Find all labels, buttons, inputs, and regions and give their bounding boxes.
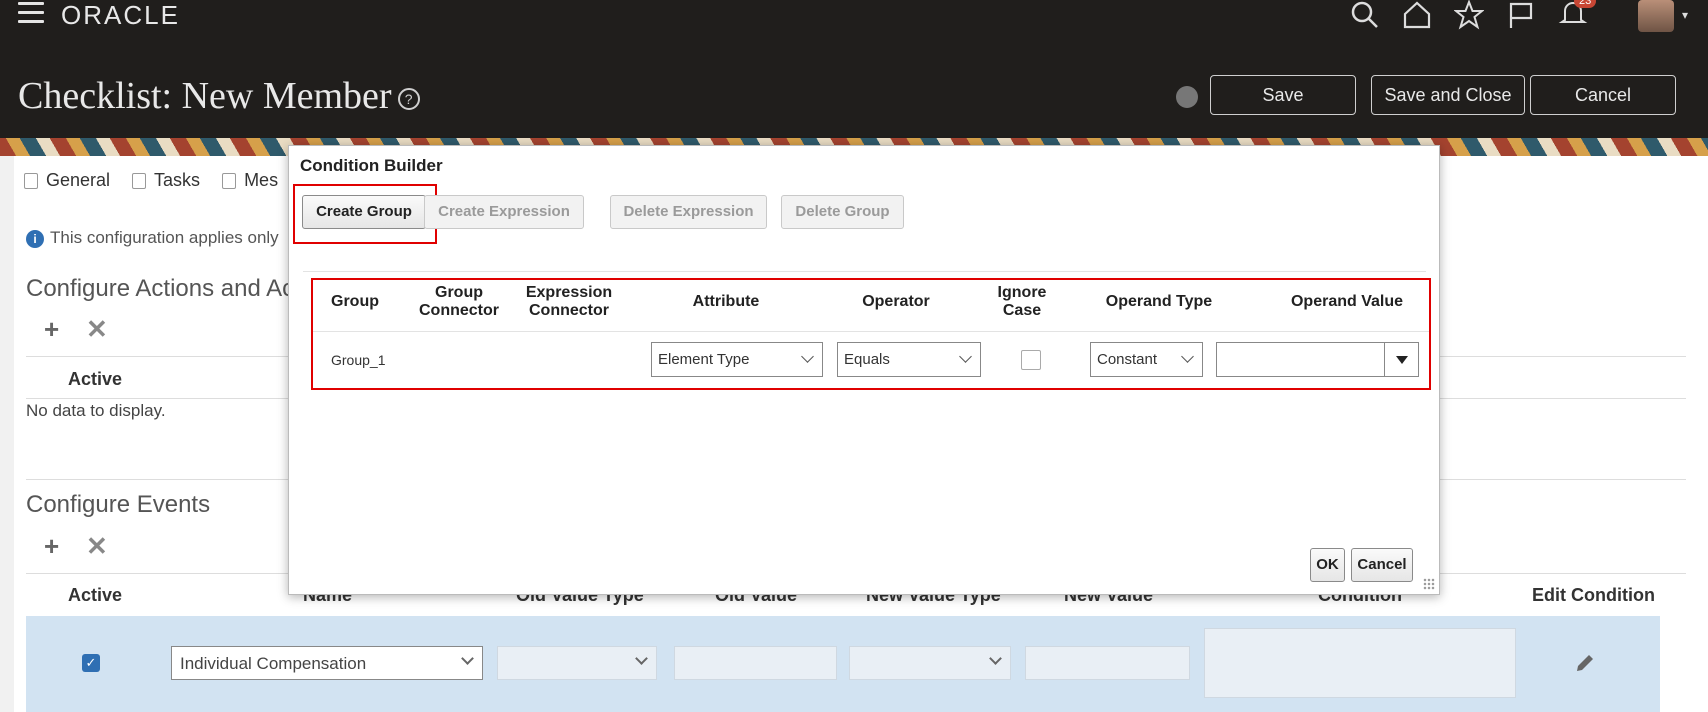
event-active-checkbox[interactable]: ✓ xyxy=(82,654,100,672)
chevron-down-icon xyxy=(635,652,648,665)
operator-value: Equals xyxy=(844,351,890,368)
divider xyxy=(303,271,1426,272)
new-value-type-select xyxy=(849,646,1011,680)
home-icon[interactable] xyxy=(1402,0,1432,30)
ok-button[interactable]: OK xyxy=(1310,548,1345,582)
attribute-select[interactable]: Element Type xyxy=(651,342,823,377)
globe-icon[interactable] xyxy=(1176,86,1198,108)
save-and-close-button[interactable]: Save and Close xyxy=(1371,75,1525,115)
general-icon xyxy=(24,172,38,189)
help-icon[interactable]: ? xyxy=(397,88,420,111)
event-name-select[interactable]: Individual Compensation xyxy=(171,646,483,680)
tab-messages[interactable]: Mes xyxy=(222,170,278,191)
messages-icon xyxy=(222,172,237,189)
page-title-text: Checklist: New Member xyxy=(18,75,392,117)
events-column-edit-condition: Edit Condition xyxy=(1532,585,1655,605)
dialog-title: Condition Builder xyxy=(300,156,443,175)
favorites-star-icon[interactable] xyxy=(1454,0,1484,30)
tasks-icon xyxy=(132,172,147,189)
delete-event-icon[interactable]: ✕ xyxy=(86,531,108,562)
create-group-button[interactable]: Create Group xyxy=(302,195,426,229)
delete-group-button[interactable]: Delete Group xyxy=(781,195,904,229)
column-ignore-case: Ignore Case xyxy=(997,284,1047,319)
events-section-title: Configure Events xyxy=(26,491,211,518)
resize-handle-icon[interactable] xyxy=(1423,578,1435,590)
tab-label: Tasks xyxy=(154,170,201,190)
create-expression-button[interactable]: Create Expression xyxy=(424,195,584,229)
chevron-down-icon xyxy=(959,350,972,363)
tab-label: Mes xyxy=(244,170,279,190)
chevron-down-icon xyxy=(989,652,1002,665)
page-title: Checklist: New Member? xyxy=(18,74,420,118)
column-operator: Operator xyxy=(862,293,930,310)
oracle-logo[interactable]: ORACLE xyxy=(61,0,180,31)
operand-type-value: Constant xyxy=(1097,351,1158,368)
tab-general[interactable]: General xyxy=(24,170,110,191)
operand-type-select[interactable]: Constant xyxy=(1090,342,1203,377)
pencil-icon[interactable] xyxy=(1574,652,1596,674)
chevron-down-icon[interactable]: ▾ xyxy=(1682,8,1688,22)
tab-tasks[interactable]: Tasks xyxy=(132,170,200,191)
cancel-button[interactable]: Cancel xyxy=(1530,75,1676,115)
add-action-icon[interactable]: + xyxy=(44,314,59,345)
condition-textarea xyxy=(1204,628,1516,698)
info-icon: i xyxy=(26,229,44,248)
column-operand-value: Operand Value xyxy=(1290,293,1404,310)
operator-select[interactable]: Equals xyxy=(837,342,981,377)
empty-table-message: No data to display. xyxy=(26,401,166,420)
column-group-connector: Group Connector xyxy=(419,284,499,319)
events-column-active: Active xyxy=(68,585,123,605)
global-toolbar: 23 xyxy=(1350,0,1597,33)
search-icon[interactable] xyxy=(1350,0,1380,30)
user-avatar[interactable] xyxy=(1638,0,1674,32)
column-operand-type: Operand Type xyxy=(1105,293,1213,310)
attribute-value: Element Type xyxy=(658,351,750,368)
column-group: Group xyxy=(331,293,379,310)
ignore-case-checkbox[interactable] xyxy=(1021,350,1041,370)
old-value-type-select xyxy=(497,646,657,680)
notifications[interactable]: 23 xyxy=(1558,0,1597,33)
tab-label: General xyxy=(46,170,111,190)
save-button[interactable]: Save xyxy=(1210,75,1356,115)
column-attribute: Attribute xyxy=(692,293,760,310)
top-header: ORACLE 23 ▾ Checklist: New Member? Save … xyxy=(0,0,1708,138)
delete-expression-button[interactable]: Delete Expression xyxy=(610,195,767,229)
actions-section-title: Configure Actions and Ac xyxy=(26,275,295,302)
dropdown-arrow-icon[interactable] xyxy=(1384,343,1418,376)
info-message: i This configuration applies only xyxy=(26,228,279,248)
event-name-value: Individual Compensation xyxy=(180,654,367,673)
chevron-down-icon xyxy=(461,652,474,665)
operand-value-combobox[interactable] xyxy=(1216,342,1419,377)
condition-builder-dialog: Condition Builder Create Group Create Ex… xyxy=(288,145,1440,595)
old-value-field xyxy=(674,646,837,680)
operand-value-text xyxy=(1217,343,1229,359)
menu-icon[interactable] xyxy=(18,2,44,24)
flag-icon[interactable] xyxy=(1506,0,1536,30)
chevron-down-icon xyxy=(1181,350,1194,363)
delete-action-icon[interactable]: ✕ xyxy=(86,314,108,345)
group-name-cell: Group_1 xyxy=(331,352,386,368)
divider xyxy=(313,331,1429,332)
actions-column-active: Active xyxy=(68,369,123,389)
column-expression-connector: Expression Connector xyxy=(525,284,613,319)
notification-count-badge: 23 xyxy=(1574,0,1597,8)
dialog-cancel-button[interactable]: Cancel xyxy=(1351,548,1413,582)
info-text: This configuration applies only xyxy=(50,228,279,247)
new-value-field xyxy=(1025,646,1190,680)
chevron-down-icon xyxy=(801,350,814,363)
add-event-icon[interactable]: + xyxy=(44,531,59,562)
section-tabs: General Tasks Mes xyxy=(24,170,278,191)
